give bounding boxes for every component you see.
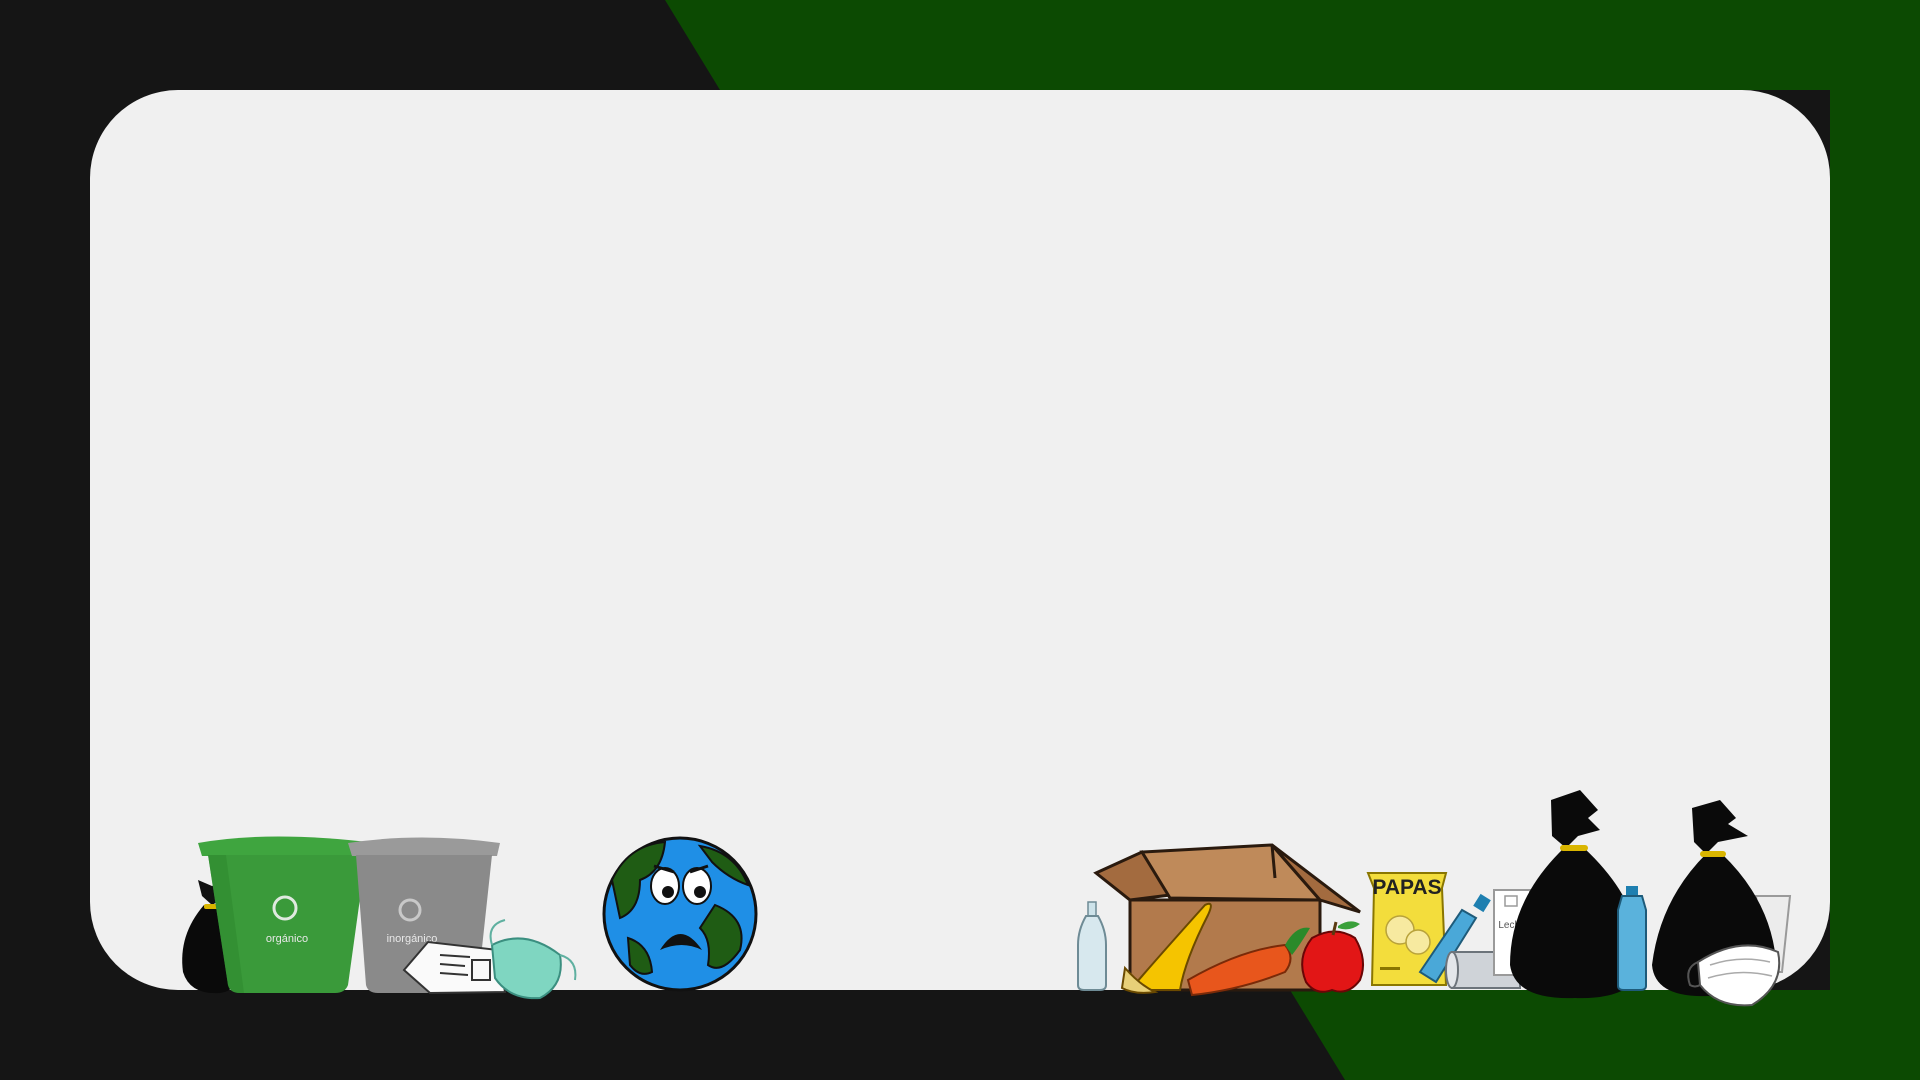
chips-bag-label: PAPAS bbox=[1372, 876, 1441, 899]
plastic-bottle-icon bbox=[1617, 886, 1647, 991]
green-bin-label: orgánico bbox=[266, 933, 308, 945]
sad-earth-icon bbox=[602, 836, 758, 992]
glass-bottle-icon bbox=[1077, 901, 1107, 991]
waste-illustration: orgánico inorgánico PAPAS Leche bbox=[182, 790, 1792, 1007]
face-mask-icon bbox=[489, 919, 577, 1000]
